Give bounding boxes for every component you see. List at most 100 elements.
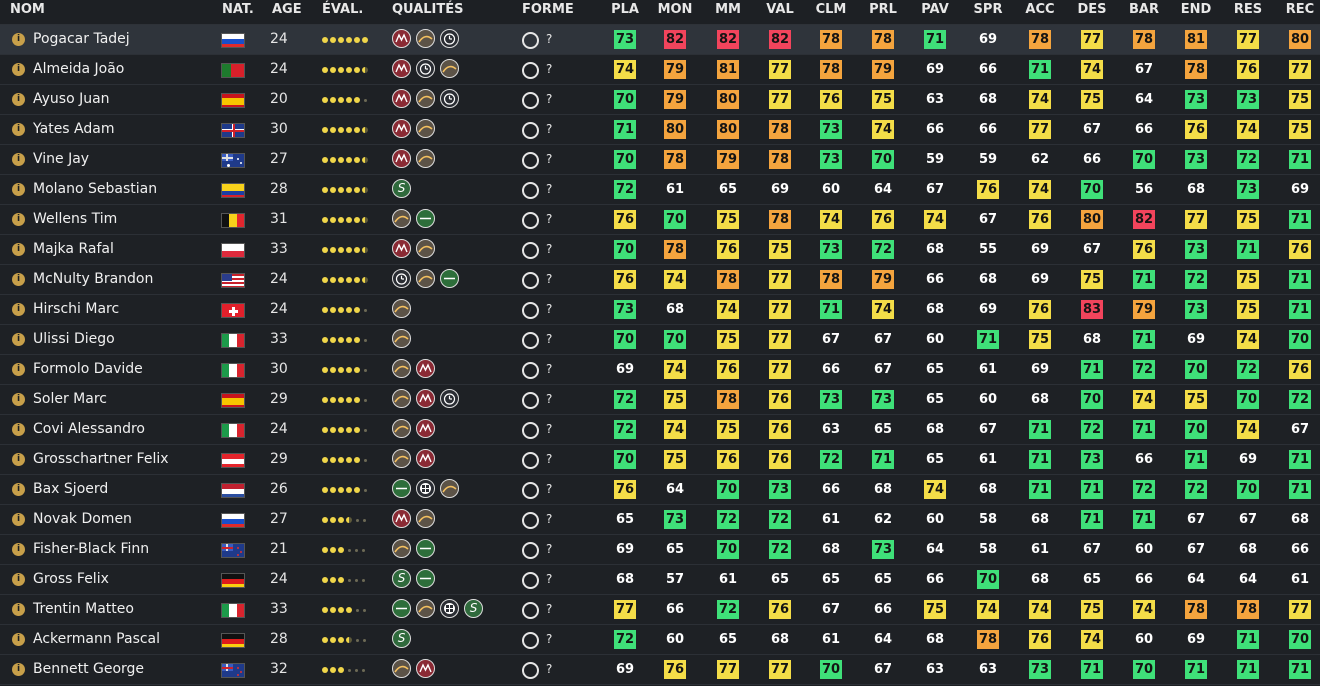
rider-name[interactable]: Formolo Davide — [33, 355, 143, 384]
hill-icon[interactable] — [416, 269, 435, 288]
col-acc[interactable]: ACC — [1018, 0, 1062, 20]
hill-icon[interactable] — [416, 239, 435, 258]
rider-name[interactable]: Gross Felix — [33, 565, 109, 594]
col-qualites[interactable]: QUALITÉS — [392, 0, 464, 20]
col-clm[interactable]: CLM — [809, 0, 853, 20]
flat-icon[interactable] — [392, 479, 411, 498]
info-icon[interactable]: i — [12, 363, 25, 376]
flat-icon[interactable] — [440, 269, 459, 288]
col-forme[interactable]: FORME — [522, 0, 574, 20]
hill-icon[interactable] — [392, 419, 411, 438]
info-icon[interactable]: i — [12, 603, 25, 616]
col-prl[interactable]: PRL — [861, 0, 905, 20]
mountain-icon[interactable] — [392, 149, 411, 168]
info-icon[interactable]: i — [12, 33, 25, 46]
info-icon[interactable]: i — [12, 213, 25, 226]
table-row[interactable]: i Fisher-Black Finn 21? 69 65 70 72 68 73 64 58 61 6… — [0, 535, 1320, 565]
table-row[interactable]: i Bennett George 32? 69 76 77 77 70 67 63 63 73 71 70… — [0, 655, 1320, 685]
info-icon[interactable]: i — [12, 333, 25, 346]
rider-name[interactable]: Wellens Tim — [33, 205, 117, 234]
info-icon[interactable]: i — [12, 303, 25, 316]
col-nom[interactable]: NOM — [10, 0, 45, 20]
info-icon[interactable]: i — [12, 243, 25, 256]
mountain-icon[interactable] — [392, 29, 411, 48]
info-icon[interactable]: i — [12, 663, 25, 676]
sprint-icon[interactable]: S — [392, 569, 411, 588]
mountain-icon[interactable] — [392, 509, 411, 528]
table-row[interactable]: i Bax Sjoerd 26? 76 64 70 73 66 68 74 68 71 71 72 72 70… — [0, 475, 1320, 505]
flat-icon[interactable] — [416, 539, 435, 558]
hill-icon[interactable] — [416, 119, 435, 138]
col-rec[interactable]: REC — [1278, 0, 1320, 20]
mountain-icon[interactable] — [392, 89, 411, 108]
rider-name[interactable]: Almeida João — [33, 55, 124, 84]
table-row[interactable]: i Trentin Matteo 33 S? 77 66 72 76 67 66 75 74 74 75 7… — [0, 595, 1320, 625]
info-icon[interactable]: i — [12, 633, 25, 646]
info-icon[interactable]: i — [12, 183, 25, 196]
hill-icon[interactable] — [416, 29, 435, 48]
info-icon[interactable]: i — [12, 273, 25, 286]
col-eval[interactable]: ÉVAL. — [322, 0, 363, 20]
table-row[interactable]: i Novak Domen 27? 65 73 72 72 61 62 60 58 68 71 71 67 6… — [0, 505, 1320, 535]
hill-icon[interactable] — [392, 389, 411, 408]
col-pla[interactable]: PLA — [603, 0, 647, 20]
tt-icon[interactable] — [392, 269, 411, 288]
rider-name[interactable]: Fisher-Black Finn — [33, 535, 149, 564]
hill-icon[interactable] — [392, 539, 411, 558]
tt-icon[interactable] — [440, 29, 459, 48]
col-nat[interactable]: NAT. — [222, 0, 254, 20]
col-val[interactable]: VAL — [758, 0, 802, 20]
info-icon[interactable]: i — [12, 453, 25, 466]
tt-icon[interactable] — [416, 59, 435, 78]
rider-name[interactable]: Vine Jay — [33, 145, 89, 174]
rider-name[interactable]: Pogacar Tadej — [33, 25, 130, 54]
mountain-icon[interactable] — [416, 359, 435, 378]
rider-name[interactable]: Ulissi Diego — [33, 325, 115, 354]
table-row[interactable]: i Almeida João 24? 74 79 81 77 78 79 69 66 71 74 67 78… — [0, 55, 1320, 85]
rider-name[interactable]: Yates Adam — [33, 115, 114, 144]
rider-name[interactable]: Trentin Matteo — [33, 595, 134, 624]
sprint-icon[interactable]: S — [392, 629, 411, 648]
hill-icon[interactable] — [440, 479, 459, 498]
table-row[interactable]: i McNulty Brandon 24? 76 74 78 77 78 79 66 68 69 75 7… — [0, 265, 1320, 295]
hill-icon[interactable] — [416, 149, 435, 168]
hill-icon[interactable] — [392, 299, 411, 318]
table-row[interactable]: i Grosschartner Felix 29? 70 75 76 76 72 71 65 61 7… — [0, 445, 1320, 475]
cobble-icon[interactable] — [416, 479, 435, 498]
col-spr[interactable]: SPR — [966, 0, 1010, 20]
cobble-icon[interactable] — [440, 599, 459, 618]
hill-icon[interactable] — [416, 599, 435, 618]
mountain-icon[interactable] — [392, 59, 411, 78]
table-row[interactable]: i Wellens Tim 31? 76 70 75 78 74 76 74 67 76 80 82 77 7… — [0, 205, 1320, 235]
flat-icon[interactable] — [416, 569, 435, 588]
hill-icon[interactable] — [392, 659, 411, 678]
tt-icon[interactable] — [440, 89, 459, 108]
col-age[interactable]: AGE — [272, 0, 302, 20]
info-icon[interactable]: i — [12, 393, 25, 406]
info-icon[interactable]: i — [12, 153, 25, 166]
info-icon[interactable]: i — [12, 123, 25, 136]
rider-name[interactable]: Molano Sebastian — [33, 175, 157, 204]
info-icon[interactable]: i — [12, 63, 25, 76]
hill-icon[interactable] — [392, 209, 411, 228]
col-res[interactable]: RES — [1226, 0, 1270, 20]
info-icon[interactable]: i — [12, 483, 25, 496]
hill-icon[interactable] — [392, 449, 411, 468]
mountain-icon[interactable] — [392, 119, 411, 138]
info-icon[interactable]: i — [12, 543, 25, 556]
hill-icon[interactable] — [392, 359, 411, 378]
table-row[interactable]: i Formolo Davide 30? 69 74 76 77 66 67 65 61 69 71 72… — [0, 355, 1320, 385]
info-icon[interactable]: i — [12, 513, 25, 526]
rider-name[interactable]: Majka Rafal — [33, 235, 114, 264]
rider-name[interactable]: Bax Sjoerd — [33, 475, 108, 504]
col-mon[interactable]: MON — [653, 0, 697, 20]
table-row[interactable]: i Vine Jay 27? 70 78 79 78 73 70 59 59 62 66 70 73 72 71 — [0, 145, 1320, 175]
col-pav[interactable]: PAV — [913, 0, 957, 20]
table-row[interactable]: i Gross Felix 24 S? 68 57 61 65 65 65 66 70 68 65 66 64… — [0, 565, 1320, 595]
rider-name[interactable]: Novak Domen — [33, 505, 132, 534]
table-row[interactable]: i Hirschi Marc 24? 73 68 74 77 71 74 68 69 76 83 79 73… — [0, 295, 1320, 325]
tt-icon[interactable] — [440, 389, 459, 408]
table-row[interactable]: i Ayuso Juan 20? 70 79 80 77 76 75 63 68 74 75 64 73 73… — [0, 85, 1320, 115]
rider-name[interactable]: Soler Marc — [33, 385, 107, 414]
table-row[interactable]: i Covi Alessandro 24? 72 74 75 76 63 65 68 67 71 72 7… — [0, 415, 1320, 445]
